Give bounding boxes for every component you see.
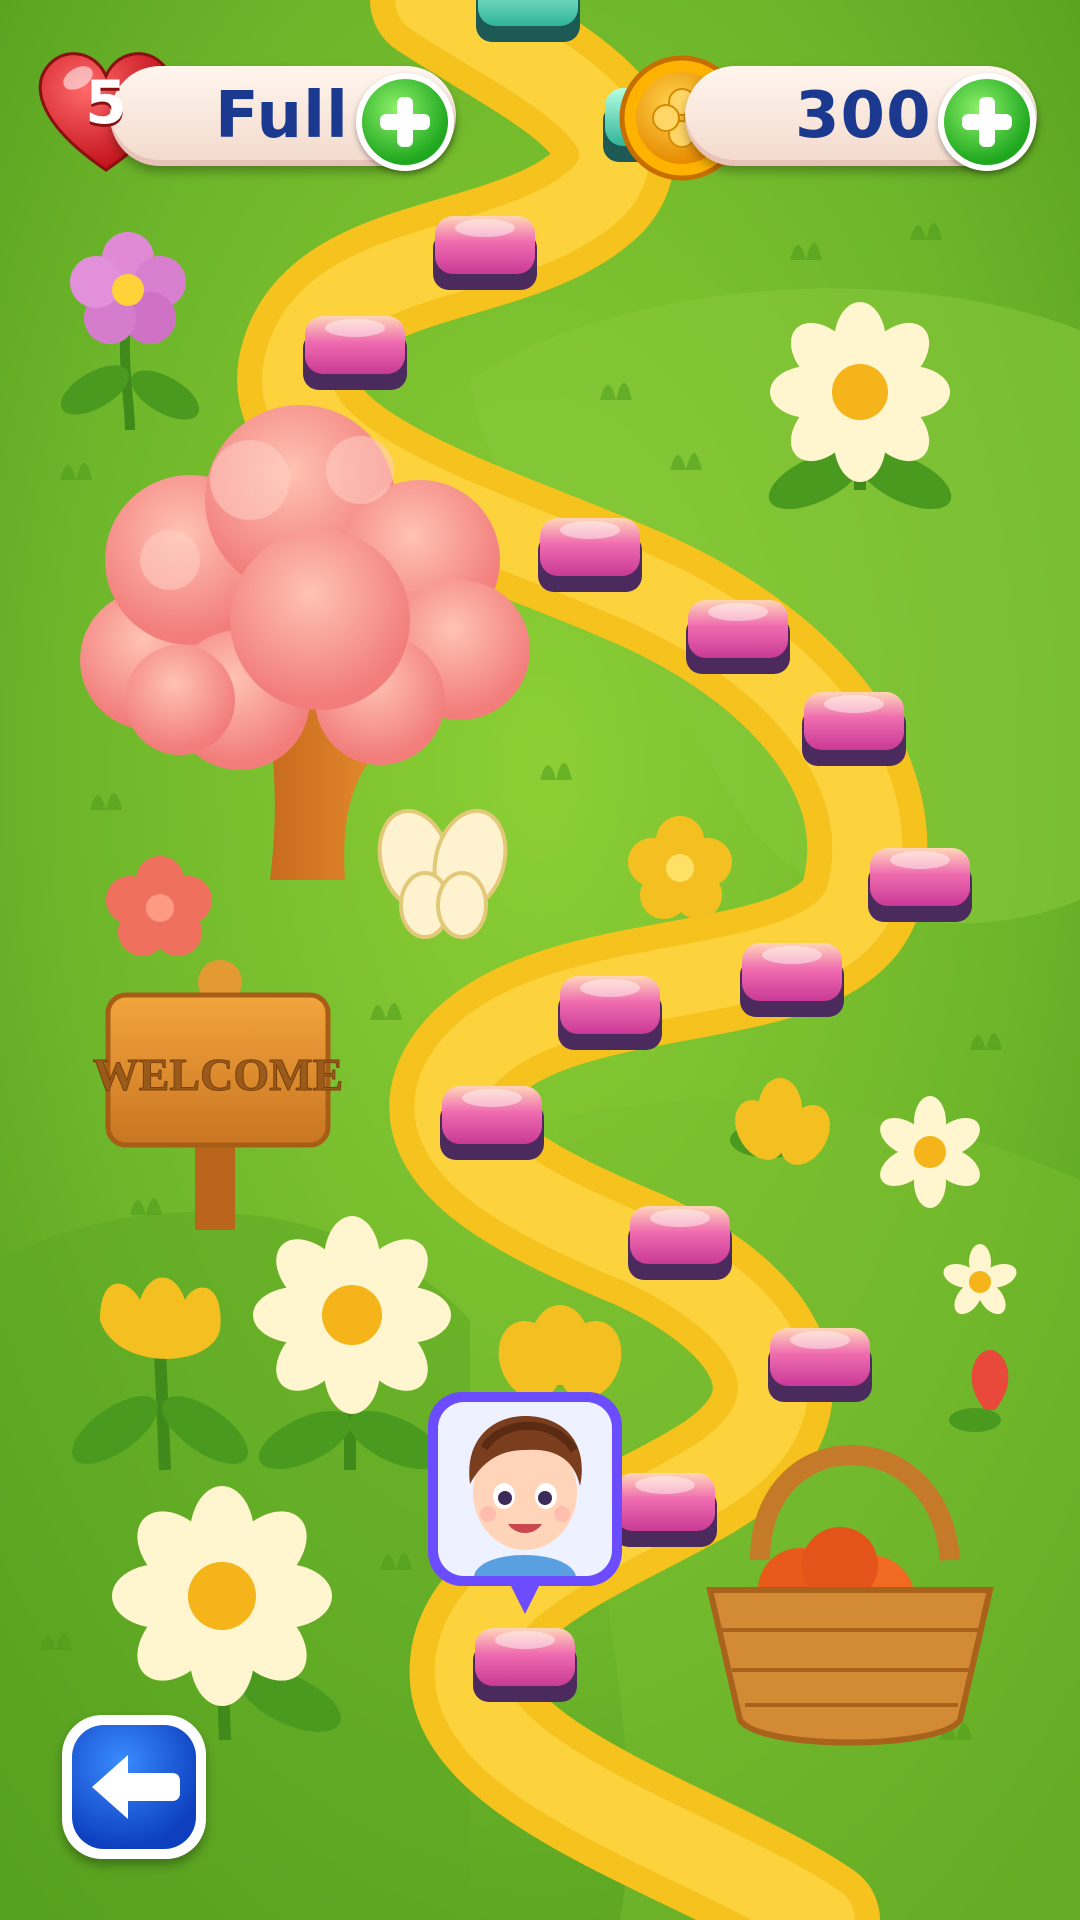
player-avatar[interactable] bbox=[424, 1388, 626, 1618]
level-node[interactable] bbox=[686, 600, 790, 674]
lives-status: Full bbox=[215, 79, 349, 153]
coins-amount: 300 bbox=[795, 79, 932, 153]
level-node[interactable] bbox=[538, 518, 642, 592]
lives-count: 5 bbox=[85, 68, 127, 138]
level-node[interactable] bbox=[473, 1628, 577, 1702]
level-map: WELCOME bbox=[0, 0, 1080, 1920]
add-lives-button[interactable] bbox=[356, 73, 454, 171]
level-node[interactable] bbox=[558, 976, 662, 1050]
level-node[interactable] bbox=[476, 0, 580, 42]
back-button[interactable] bbox=[62, 1715, 206, 1859]
level-node[interactable] bbox=[433, 216, 537, 290]
level-node[interactable] bbox=[802, 692, 906, 766]
add-coins-button[interactable] bbox=[938, 73, 1036, 171]
level-node[interactable] bbox=[868, 848, 972, 922]
sign-text: WELCOME bbox=[93, 1049, 343, 1100]
level-node[interactable] bbox=[740, 943, 844, 1017]
level-node[interactable] bbox=[768, 1328, 872, 1402]
level-node[interactable] bbox=[440, 1086, 544, 1160]
level-node[interactable] bbox=[303, 316, 407, 390]
level-node[interactable] bbox=[628, 1206, 732, 1280]
arrow-left-icon bbox=[92, 1755, 180, 1819]
level-node[interactable] bbox=[613, 1473, 717, 1547]
